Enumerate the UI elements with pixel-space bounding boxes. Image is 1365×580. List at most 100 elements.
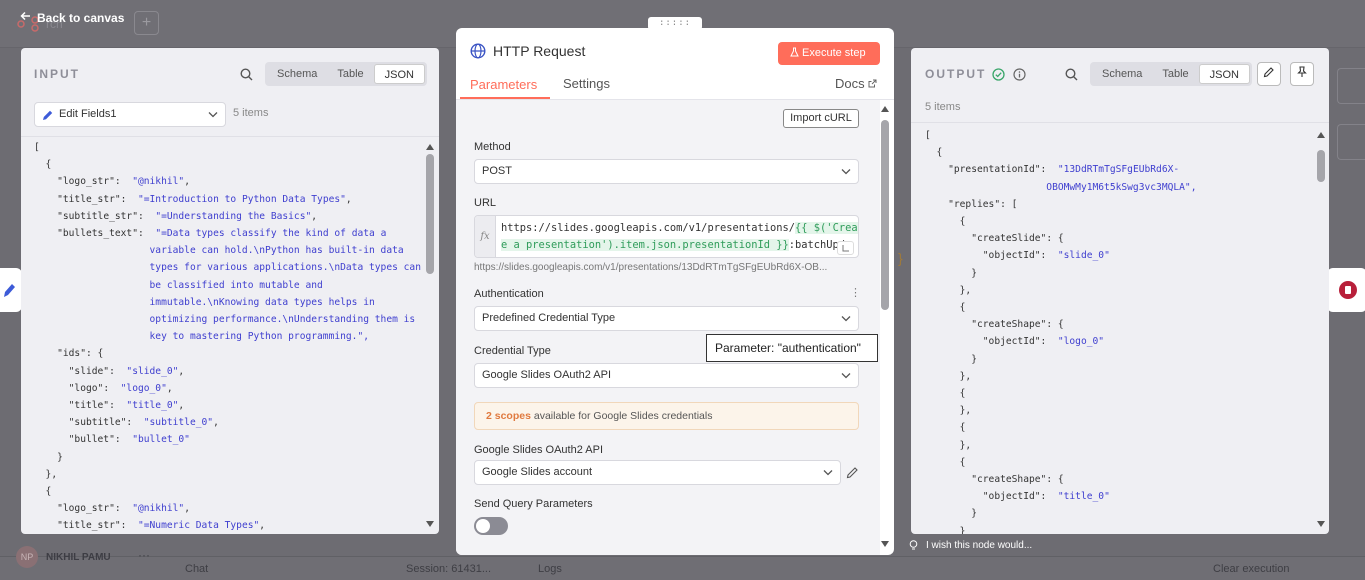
json-line: { xyxy=(925,147,943,159)
json-line: types for various applications.\nData ty… xyxy=(34,262,421,274)
url-field[interactable]: fx https://slides.googleapis.com/v1/pres… xyxy=(474,215,859,258)
tab-parameters[interactable]: Parameters xyxy=(470,77,537,92)
toggle-knob xyxy=(476,519,490,533)
docs-label: Docs xyxy=(835,76,865,91)
parameters-scrollbar[interactable] xyxy=(880,102,889,554)
json-line: { xyxy=(925,388,966,400)
json-line: { xyxy=(925,422,966,434)
background-node-glyph: } xyxy=(898,250,903,266)
json-line: "title_str": "=Introduction to Python Da… xyxy=(57,193,352,205)
send-query-toggle[interactable] xyxy=(474,517,508,535)
input-tab-table[interactable]: Table xyxy=(327,64,373,84)
feedback-link[interactable]: I wish this node would... xyxy=(909,540,1032,551)
output-panel: OUTPUT Schema Table JSON 5 items [ { "pr… xyxy=(911,48,1329,534)
clear-execution-button[interactable]: Clear execution xyxy=(1213,563,1289,575)
output-tab-table[interactable]: Table xyxy=(1152,64,1198,84)
input-item-count: 5 items xyxy=(233,107,269,119)
json-line: { xyxy=(925,302,966,314)
authentication-select[interactable]: Predefined Credential Type xyxy=(474,306,859,331)
json-line: be classified into mutable and xyxy=(34,279,323,291)
json-line: immutable.\nKnowing data types helps in xyxy=(34,296,375,308)
docs-link[interactable]: Docs xyxy=(835,76,877,91)
method-select[interactable]: POST xyxy=(474,159,859,184)
external-link-icon xyxy=(868,79,877,88)
info-icon[interactable] xyxy=(1013,68,1026,84)
json-line: "logo": "logo_0", xyxy=(68,382,173,394)
credential-type-value: Google Slides OAuth2 API xyxy=(482,369,612,381)
next-node-tab[interactable] xyxy=(1327,268,1365,312)
back-to-canvas-button[interactable]: Back to canvas xyxy=(20,10,124,25)
chevron-down-icon xyxy=(208,112,218,118)
pin-output-button[interactable] xyxy=(1290,62,1314,86)
tab-settings[interactable]: Settings xyxy=(563,76,610,91)
execute-step-button[interactable]: Execute step xyxy=(778,42,880,65)
success-check-icon xyxy=(992,68,1005,84)
output-item-count: 5 items xyxy=(925,101,961,113)
json-line: }, xyxy=(34,468,58,480)
json-line: } xyxy=(925,353,977,365)
json-line: "subtitle": "subtitle_0", xyxy=(68,417,219,429)
json-line: { xyxy=(34,486,52,498)
json-line: "createShape": { xyxy=(971,474,1064,486)
lightbulb-icon xyxy=(909,540,918,550)
output-json-view: [ { "presentationId": "13DdRTmTgSFgEUbRd… xyxy=(925,127,1196,534)
input-view-tabs: Schema Table JSON xyxy=(265,62,427,86)
options-icon[interactable]: ⋮ xyxy=(850,286,861,299)
pencil-icon xyxy=(4,284,15,297)
url-prefix: https://slides.googleapis.com/v1/present… xyxy=(501,222,796,234)
input-tab-json[interactable]: JSON xyxy=(373,64,425,84)
expand-editor-button[interactable] xyxy=(837,241,854,255)
execute-step-label: Execute step xyxy=(802,47,866,59)
oauth-label: Google Slides OAuth2 API xyxy=(474,444,604,456)
credential-type-select[interactable]: Google Slides OAuth2 API xyxy=(474,363,859,388)
previous-node-tab[interactable] xyxy=(0,268,22,312)
divider xyxy=(21,136,439,137)
avatar[interactable]: NP xyxy=(16,546,38,568)
chat-label[interactable]: Chat xyxy=(185,563,208,575)
globe-icon xyxy=(470,43,486,62)
background-card xyxy=(1337,124,1365,160)
search-icon[interactable] xyxy=(240,68,253,84)
edit-output-button[interactable] xyxy=(1257,62,1281,86)
expand-icon xyxy=(842,245,849,252)
oauth-account-value: Google Slides account xyxy=(482,466,593,478)
output-scrollbar[interactable] xyxy=(1316,128,1325,534)
input-scrollbar[interactable] xyxy=(425,140,434,534)
feedback-label: I wish this node would... xyxy=(926,540,1033,551)
method-value: POST xyxy=(482,165,512,177)
edit-credential-icon[interactable] xyxy=(846,466,859,482)
json-line: }, xyxy=(925,439,972,451)
bottom-bar: Chat Session: 61431... Logs Clear execut… xyxy=(0,556,1365,580)
user-menu-icon[interactable]: ··· xyxy=(138,548,150,562)
json-line: { xyxy=(925,456,966,468)
search-icon[interactable] xyxy=(1065,68,1078,84)
logs-label[interactable]: Logs xyxy=(538,563,562,575)
json-line: "bullets_text": "=Data types classify th… xyxy=(57,228,387,240)
parameter-tooltip: Parameter: "authentication" xyxy=(706,334,878,362)
json-line: { xyxy=(34,159,52,171)
background-card xyxy=(1337,68,1365,104)
output-tab-json[interactable]: JSON xyxy=(1198,64,1250,84)
json-line: }, xyxy=(925,370,972,382)
user-name: NIKHIL PAMU xyxy=(46,552,111,563)
url-expression-part1: {{ $('Creat xyxy=(795,222,858,234)
add-node-button[interactable]: + xyxy=(134,11,159,35)
output-tab-schema[interactable]: Schema xyxy=(1092,64,1152,84)
output-title: OUTPUT xyxy=(925,67,987,81)
import-curl-button[interactable]: Import cURL xyxy=(783,109,859,128)
json-line: } xyxy=(34,451,63,463)
input-node-select[interactable]: Edit Fields1 xyxy=(34,102,226,127)
node-title[interactable]: HTTP Request xyxy=(493,43,585,59)
json-line: "objectId": "title_0" xyxy=(982,491,1110,503)
oauth-account-select[interactable]: Google Slides account xyxy=(474,460,841,485)
input-tab-schema[interactable]: Schema xyxy=(267,64,327,84)
scopes-count[interactable]: 2 scopes xyxy=(486,410,531,422)
json-line: "presentationId": "13DdRTmTgSFgEUbRd6X- xyxy=(948,164,1180,176)
url-resolved-preview: https://slides.googleapis.com/v1/present… xyxy=(474,262,828,273)
json-line: variable can hold.\nPython has built-in … xyxy=(34,245,404,257)
flask-icon xyxy=(790,47,799,57)
url-expression: https://slides.googleapis.com/v1/present… xyxy=(501,220,858,254)
json-line: }, xyxy=(925,284,972,296)
chevron-down-icon xyxy=(841,169,851,175)
url-label: URL xyxy=(474,197,497,209)
